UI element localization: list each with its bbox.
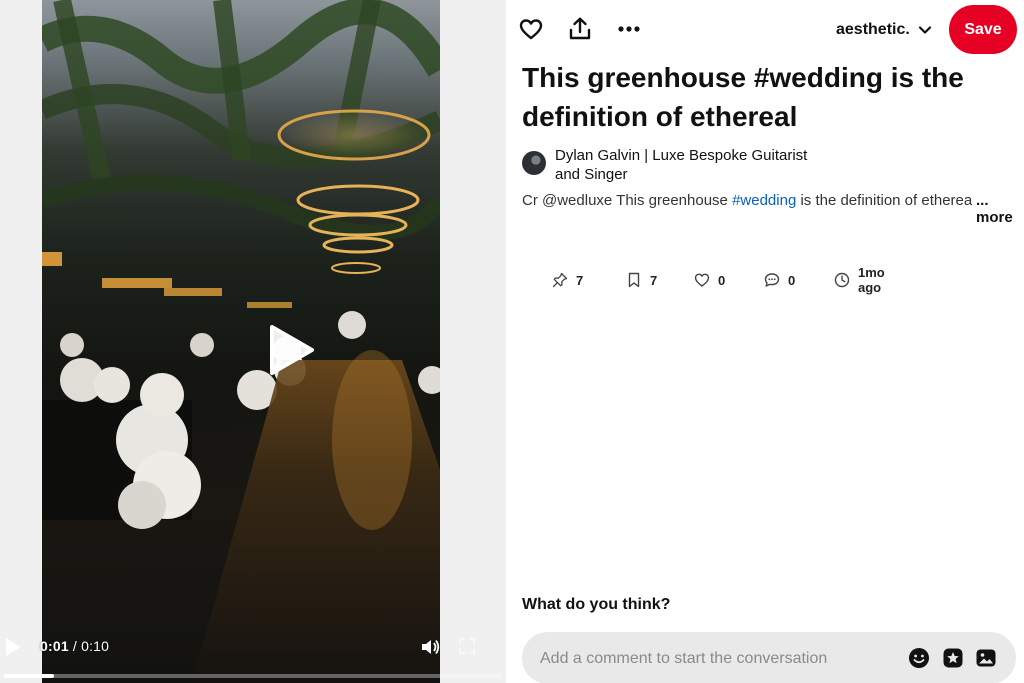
- video-duration: 0:10: [81, 638, 110, 654]
- stat-comments-value: 0: [788, 272, 796, 288]
- pin-toolbar: aesthetic. Save: [506, 0, 1024, 60]
- save-button[interactable]: Save: [949, 5, 1017, 54]
- heart-icon[interactable]: [518, 16, 544, 42]
- more-options-icon[interactable]: [616, 16, 642, 42]
- video-progress-fill: [4, 674, 54, 678]
- comment-input[interactable]: [540, 648, 880, 670]
- creator-name[interactable]: Dylan Galvin | Luxe Bespoke Guitarist an…: [555, 146, 835, 184]
- stat-pins: 7: [552, 270, 583, 290]
- emoji-icon[interactable]: [908, 647, 930, 669]
- current-time: 0:01: [40, 638, 69, 654]
- creator-row: Dylan Galvin | Luxe Bespoke Guitarist an…: [522, 146, 835, 184]
- sticker-icon[interactable]: [942, 647, 964, 669]
- media-pane: 0:01 / 0:10: [0, 0, 506, 683]
- share-icon[interactable]: [567, 16, 593, 42]
- pin-title: This greenhouse #wedding is the definiti…: [522, 62, 964, 132]
- image-icon[interactable]: [975, 647, 997, 669]
- stat-saves-value: 7: [650, 272, 658, 288]
- video-progress-bar[interactable]: [4, 674, 502, 678]
- board-name: aesthetic.: [836, 21, 910, 38]
- description-text-start: Cr @wedluxe This greenhouse: [522, 192, 733, 209]
- board-picker[interactable]: aesthetic.: [836, 19, 932, 41]
- chevron-down-icon: [918, 26, 931, 34]
- comment-bar: [522, 632, 1016, 683]
- stat-reactions-value: 0: [718, 272, 726, 288]
- pin-detail-pane: aesthetic. Save This greenhouse #wedding…: [506, 0, 1024, 683]
- stat-pins-value: 7: [576, 272, 584, 288]
- stat-comments: 0: [764, 270, 795, 290]
- description-more-link[interactable]: ... more: [972, 192, 1024, 226]
- clock-icon: [834, 272, 850, 288]
- time-separator: /: [72, 638, 78, 654]
- pin-icon: [552, 272, 568, 288]
- stat-reactions: 0: [694, 270, 725, 290]
- video-controls: 0:01 / 0:10: [0, 623, 506, 683]
- hashtag-link[interactable]: #wedding: [732, 192, 796, 209]
- stat-posted-time: 1mo ago: [834, 265, 885, 295]
- video-time: 0:01 / 0:10: [40, 638, 109, 654]
- heart-outline-icon: [694, 273, 710, 287]
- avatar[interactable]: [522, 151, 546, 175]
- comment-bubble-icon: [764, 273, 780, 287]
- description-text-end: is the definition of ethereal: [796, 192, 976, 209]
- expand-icon[interactable]: [458, 637, 476, 655]
- bookmark-icon: [628, 272, 640, 288]
- pin-description: Cr @wedluxe This greenhouse #wedding is …: [522, 192, 1024, 212]
- play-icon[interactable]: [4, 637, 22, 657]
- comments-heading: What do you think?: [522, 596, 671, 613]
- video-frame-image: [42, 0, 440, 683]
- volume-icon[interactable]: [420, 637, 440, 657]
- stat-saves: 7: [626, 270, 657, 290]
- video-player[interactable]: [42, 0, 440, 683]
- play-overlay-icon[interactable]: [266, 323, 316, 377]
- stat-posted-time-value: 1mo ago: [858, 265, 885, 295]
